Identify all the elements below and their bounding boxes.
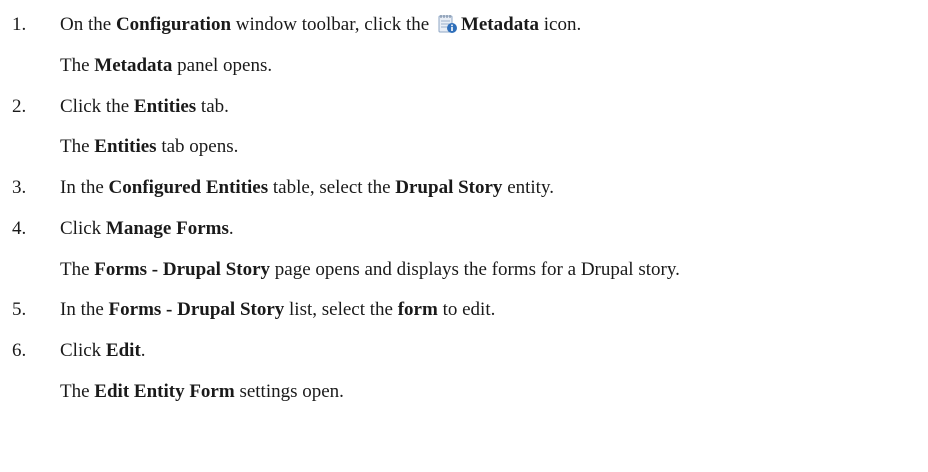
step-result: The Metadata panel opens. [60, 55, 273, 76]
step-action: Click Manage Forms. [60, 218, 234, 239]
step-result: The Entities tab opens. [60, 136, 239, 157]
step-result: The Edit Entity Form settings open. [60, 381, 344, 402]
step-number: 5. [12, 299, 27, 320]
step-number: 2. [12, 96, 27, 117]
metadata-icon [438, 15, 457, 33]
step-action: In the Configured Entities table, select… [60, 177, 554, 198]
step-number: 1. [12, 14, 27, 35]
step-number: 3. [12, 177, 27, 198]
step-number: 4. [12, 218, 27, 239]
step-action: Click the Entities tab. [60, 96, 229, 117]
step-result: The Forms - Drupal Story page opens and … [60, 259, 680, 280]
step-action: Click Edit. [60, 340, 146, 361]
step-action: On the Configuration window toolbar, cli… [60, 14, 582, 35]
step-action: In the Forms - Drupal Story list, select… [60, 299, 496, 320]
step-number: 6. [12, 340, 27, 361]
